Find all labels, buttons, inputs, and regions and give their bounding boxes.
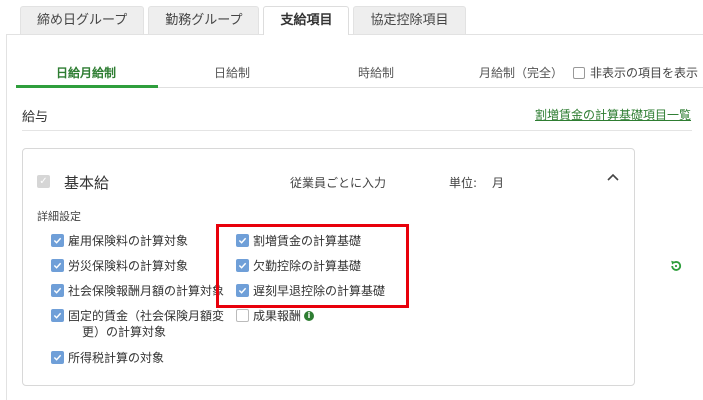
option-fixed-wage[interactable]: 固定的賃金（社会保険月額変 更）の計算対象 [51, 308, 224, 340]
item-unit-label: 単位: [449, 176, 478, 190]
show-hidden-items-checkbox[interactable] [573, 66, 585, 79]
option-label: 労災保険料の計算対象 [68, 259, 189, 273]
chevron-up-icon[interactable] [606, 170, 620, 184]
tab-daily-monthly-salary[interactable]: 日給月給制 [56, 64, 116, 81]
tab-daily-salary[interactable]: 日給制 [214, 64, 250, 81]
show-hidden-items-label: 非表示の項目を表示 [590, 66, 699, 80]
option-performance-pay[interactable]: 成果報酬 i [236, 308, 315, 324]
tab-closing-date-group[interactable]: 締め日グループ [20, 6, 145, 34]
tab-payment-items[interactable]: 支給項目 [263, 6, 350, 35]
option-label: 雇用保険料の計算対象 [68, 234, 189, 248]
checkbox-unchecked-icon[interactable] [236, 309, 249, 322]
highlight-annotation-box [216, 224, 409, 308]
checkbox-checked-icon[interactable] [51, 234, 64, 247]
checkbox-checked-icon[interactable] [51, 259, 64, 272]
option-social-insurance-monthly[interactable]: 社会保険報酬月額の計算対象 [51, 283, 224, 299]
tab-full-monthly-salary[interactable]: 月給制（完全） [479, 64, 563, 81]
option-label-line2: 更）の計算対象 [82, 325, 167, 339]
section-title: 給与 [22, 110, 49, 125]
option-label: 所得税計算の対象 [68, 351, 165, 365]
info-icon[interactable]: i [304, 311, 315, 321]
option-label: 成果報酬 [253, 309, 302, 323]
show-hidden-items-toggle[interactable]: 非表示の項目を表示 [573, 64, 698, 81]
option-label: 社会保険報酬月額の計算対象 [68, 284, 225, 298]
item-enabled-checkbox[interactable]: ✓ [37, 175, 50, 188]
item-input-mode: 従業員ごとに入力 [290, 176, 387, 190]
tab-agreement-deduction-items[interactable]: 協定控除項目 [353, 6, 466, 34]
detail-settings-label: 詳細設定 [37, 210, 81, 223]
tab-work-group[interactable]: 勤務グループ [148, 6, 260, 34]
checkbox-checked-icon[interactable] [51, 284, 64, 297]
option-employment-insurance[interactable]: 雇用保険料の計算対象 [51, 233, 188, 249]
top-tab-bar: 締め日グループ 勤務グループ 支給項目 協定控除項目 [20, 6, 466, 35]
checkbox-checked-icon[interactable] [51, 351, 64, 364]
checkbox-checked-icon[interactable] [51, 309, 64, 322]
active-tab-indicator [16, 85, 158, 88]
item-name: 基本給 [64, 174, 110, 192]
option-workers-comp-insurance[interactable]: 労災保険料の計算対象 [51, 258, 188, 274]
option-income-tax[interactable]: 所得税計算の対象 [51, 350, 164, 366]
option-label-line1: 固定的賃金（社会保険月額変 [68, 309, 225, 323]
option-label: 固定的賃金（社会保険月額変 更）の計算対象 [68, 308, 224, 340]
tab-hourly-salary[interactable]: 時給制 [358, 64, 394, 81]
premium-wage-basis-list-link[interactable]: 割増賃金の計算基礎項目一覧 [535, 106, 691, 123]
item-unit-value: 月 [492, 176, 505, 190]
reset-icon[interactable] [669, 259, 683, 273]
section-divider [22, 130, 692, 131]
